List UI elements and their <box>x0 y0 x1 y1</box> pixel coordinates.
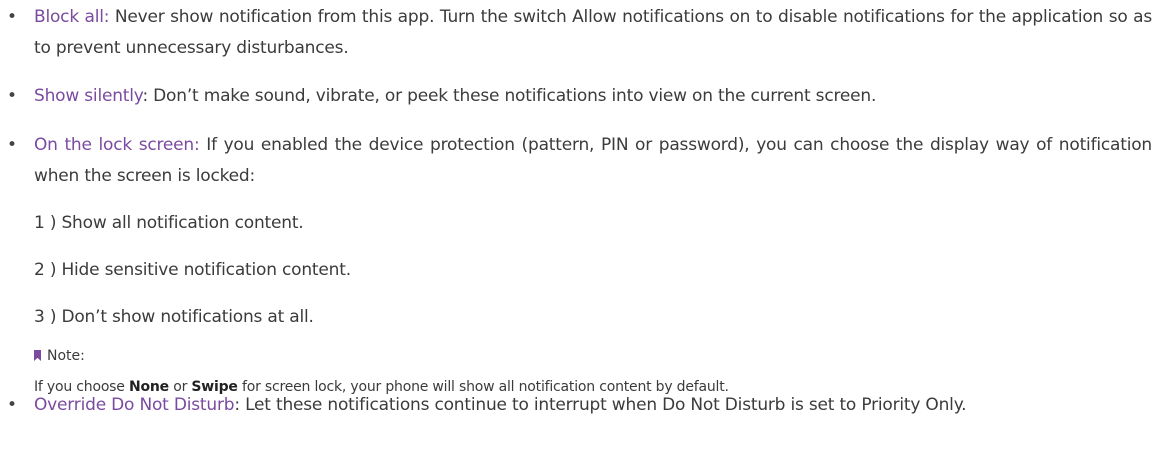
list-item-block-all: • Block all: Never show notification fro… <box>0 2 1158 64</box>
description-override-dnd: : Let these notifications continue to in… <box>234 395 967 415</box>
description-block-all: Never show notification from this app. T… <box>34 7 1152 58</box>
description-lock-screen: If you enabled the device protection (pa… <box>34 135 1152 186</box>
note-heading: Note: <box>34 347 85 365</box>
list-item-lock-screen: • On the lock screen: If you enabled the… <box>0 130 1158 192</box>
item-text: On the lock screen: If you enabled the d… <box>34 130 1152 192</box>
lock-option-3: 3 ) Don’t show notifications at all. <box>34 307 314 327</box>
bullet: • <box>7 86 18 106</box>
list-item-show-silently: • Show silently: Don’t make sound, vibra… <box>0 81 1158 112</box>
term-override-dnd: Override Do Not Disturb <box>34 395 235 415</box>
item-text: Override Do Not Disturb: Let these notif… <box>34 390 1152 421</box>
term-block-all: Block all: <box>34 7 110 27</box>
item-text: Block all: Never show notification from … <box>34 2 1152 64</box>
note-label: Note: <box>47 348 85 364</box>
list-item-override-dnd: • Override Do Not Disturb: Let these not… <box>0 390 1158 452</box>
term-lock-screen: On the lock screen: <box>34 135 200 155</box>
bullet: • <box>7 7 18 27</box>
bullet: • <box>7 395 18 415</box>
lock-option-1: 1 ) Show all notification content. <box>34 213 304 233</box>
item-text: Show silently: Don’t make sound, vibrate… <box>34 81 1152 112</box>
description-show-silently: : Don’t make sound, vibrate, or peek the… <box>142 86 877 106</box>
lock-option-2: 2 ) Hide sensitive notification content. <box>34 260 351 280</box>
note-bookmark-icon <box>34 350 41 361</box>
bullet: • <box>7 135 18 155</box>
term-show-silently: Show silently <box>34 86 143 106</box>
